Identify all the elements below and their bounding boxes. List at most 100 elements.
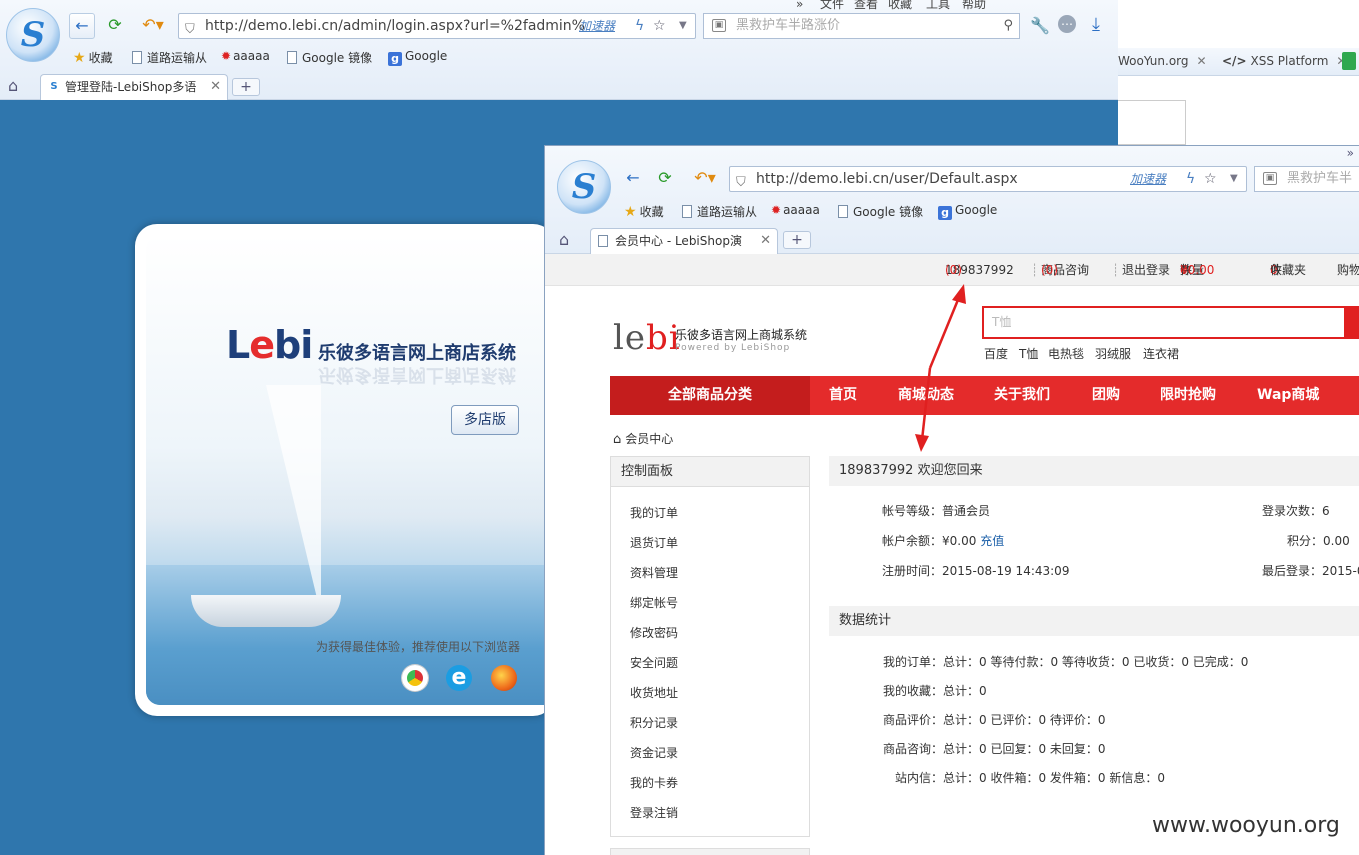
sidebar-item-my-orders[interactable]: 我的订单 xyxy=(630,504,678,521)
account-level: 帐号等级：普通会员 xyxy=(882,504,991,518)
sogou-logo-icon[interactable]: S xyxy=(6,8,60,62)
bookmark-google[interactable]: g Google xyxy=(388,49,447,66)
ie-icon[interactable]: e xyxy=(446,665,472,691)
sidebar-item-bind-account[interactable]: 绑定帐号 xyxy=(630,594,678,611)
back-accelerator-link[interactable]: 加速器 xyxy=(579,14,615,38)
bookmark-aaaaa[interactable]: ✹ aaaaa xyxy=(221,49,270,63)
star-icon[interactable]: ☆ xyxy=(653,14,666,38)
chrome-icon[interactable] xyxy=(402,665,428,691)
lightning-icon[interactable]: ϟ xyxy=(1186,167,1195,191)
sidebar-item-change-password[interactable]: 修改密码 xyxy=(630,624,678,641)
bookmark-road-transport[interactable]: 道路运输从 xyxy=(682,203,757,220)
bookmark-google-mirror[interactable]: Google 镜像 xyxy=(838,203,923,220)
search-icon[interactable]: ⚲ xyxy=(1003,14,1013,38)
menu-home[interactable]: 首页 xyxy=(829,376,857,415)
wrench-icon[interactable]: 🔧 xyxy=(1030,16,1050,35)
new-tab-button[interactable]: + xyxy=(232,78,260,96)
refresh-icon[interactable]: ⟳ xyxy=(102,13,128,39)
download-icon[interactable]: ⤓ xyxy=(1092,14,1100,35)
hot-word-down-jacket[interactable]: 羽绒服 xyxy=(1095,345,1131,362)
logout-link[interactable]: 退出登录 xyxy=(1122,254,1170,286)
bookmark-favorites[interactable]: ★ 收藏 xyxy=(73,49,113,66)
close-icon[interactable]: ✕ xyxy=(760,229,771,253)
back-search-placeholder: 黑救护车半路涨价 xyxy=(736,18,841,33)
code-icon: </> xyxy=(1222,54,1247,68)
hot-word-electric-blanket[interactable]: 电热毯 xyxy=(1048,345,1084,362)
bookmark-google[interactable]: g Google xyxy=(938,203,997,220)
stats-messages: 站内信：总计：0 收件箱：0 发件箱：0 新信息：0 xyxy=(895,771,1165,785)
background-window-tabs: WooYun.org✕ </>XSS Platform✕ xyxy=(1118,0,1359,145)
control-panel-title: 控制面板 xyxy=(611,457,809,487)
undo-icon[interactable]: ↶▾ xyxy=(133,13,173,39)
menu-wap-mall[interactable]: Wap商城 xyxy=(1257,376,1319,415)
back-address-bar[interactable]: ⛉ http://demo.lebi.cn/admin/login.aspx?u… xyxy=(178,13,696,39)
firefox-icon[interactable] xyxy=(491,665,517,691)
menu-flash-sale[interactable]: 限时抢购 xyxy=(1160,376,1216,415)
lebi-site-logo[interactable]: lebi xyxy=(613,318,681,358)
login-card-background: Lebi 乐彼多语言网上商店系统 乐彼多语言网上商店系统 多店版 为获得最佳体验… xyxy=(146,235,566,705)
sidebar-item-return-orders[interactable]: 退货订单 xyxy=(630,534,678,551)
hot-word-dress[interactable]: 连衣裙 xyxy=(1143,345,1179,362)
multi-shop-button[interactable]: 多店版 xyxy=(451,405,519,435)
new-tab-button[interactable]: + xyxy=(783,231,811,249)
account-balance: 帐户余额：¥0.00 充值 xyxy=(882,534,1005,548)
sidebar-item-security-question[interactable]: 安全问题 xyxy=(630,654,678,671)
front-search-box[interactable]: ▣ 黑救护车半 xyxy=(1254,166,1359,192)
page-icon xyxy=(287,51,297,64)
search-engine-icon[interactable]: ▣ xyxy=(712,19,726,32)
sogou-logo-icon[interactable]: S xyxy=(557,160,611,214)
sidebar-item-points[interactable]: 积分记录 xyxy=(630,714,678,731)
site-search-input[interactable]: T恤 xyxy=(982,306,1346,339)
breadcrumb-member-center[interactable]: 会员中心 xyxy=(625,432,673,446)
chevron-right-icon[interactable]: » xyxy=(1347,146,1354,160)
stats-reviews: 商品评价：总计：0 已评价：0 待评价：0 xyxy=(883,713,1106,727)
back-search-box[interactable]: ▣ 黑救护车半路涨价 ⚲ xyxy=(703,13,1020,39)
back-tab-admin-login[interactable]: S 管理登陆-LebiShop多语 ✕ xyxy=(40,74,228,100)
sidebar-second-panel xyxy=(610,848,810,855)
sailboat-hull-image xyxy=(191,595,341,627)
site-search-button[interactable] xyxy=(1346,306,1359,339)
menu-about[interactable]: 关于我们 xyxy=(994,376,1050,415)
separator: ┊ xyxy=(1112,263,1120,277)
home-icon[interactable]: ⌂ xyxy=(8,76,18,95)
all-categories-menu[interactable]: 全部商品分类 xyxy=(610,376,810,415)
recharge-link[interactable]: 充值 xyxy=(980,534,1004,548)
front-accelerator-link[interactable]: 加速器 xyxy=(1130,167,1166,191)
tab-wooyun[interactable]: WooYun.org ✕ xyxy=(1118,49,1207,73)
refresh-icon[interactable]: ⟳ xyxy=(652,166,678,192)
front-browser-window: » S ← ⟳ ↶▾ ⛉ http://demo.lebi.cn/user/De… xyxy=(544,145,1359,855)
sidebar-item-logout[interactable]: 登录注销 xyxy=(630,804,678,821)
front-tab-member-center[interactable]: 会员中心 - LebiShop演 ✕ xyxy=(590,228,778,254)
tab-xss-platform[interactable]: </>XSS Platform✕ xyxy=(1222,49,1346,73)
stats-orders: 我的订单：总计：0 等待付款：0 等待收货：0 已收货：0 已完成：0 xyxy=(883,655,1249,669)
star-icon[interactable]: ☆ xyxy=(1204,167,1217,191)
search-engine-icon[interactable]: ▣ xyxy=(1263,172,1277,185)
hot-word-tshirt[interactable]: T恤 xyxy=(1019,345,1038,362)
lebi-logo: Lebi xyxy=(226,323,313,367)
sidebar-item-address[interactable]: 收货地址 xyxy=(630,684,678,701)
bookmark-google-mirror[interactable]: Google 镜像 xyxy=(287,49,372,66)
chevron-down-icon[interactable]: ▼ xyxy=(1230,167,1238,191)
bookmark-aaaaa[interactable]: ✹ aaaaa xyxy=(771,203,820,217)
back-button-icon[interactable]: ← xyxy=(620,166,646,192)
menu-group-buy[interactable]: 团购 xyxy=(1092,376,1120,415)
bookmark-favorites[interactable]: ★ 收藏 xyxy=(624,203,664,220)
back-button-icon[interactable]: ← xyxy=(69,13,95,39)
sidebar-item-profile[interactable]: 资料管理 xyxy=(630,564,678,581)
more-icon[interactable]: ⋯ xyxy=(1058,15,1076,33)
home-icon[interactable]: ⌂ xyxy=(559,230,569,249)
shopping-link[interactable]: 购物 xyxy=(1337,254,1359,286)
bookmark-road-transport[interactable]: 道路运输从 xyxy=(132,49,207,66)
welcome-header: 189837992 欢迎您回来 xyxy=(829,456,1359,486)
front-address-bar[interactable]: ⛉ http://demo.lebi.cn/user/Default.aspx … xyxy=(729,166,1247,192)
hot-word-baidu[interactable]: 百度 xyxy=(984,345,1008,362)
menu-news[interactable]: 商城动态 xyxy=(898,376,954,415)
undo-icon[interactable]: ↶▾ xyxy=(685,166,725,192)
chevron-down-icon[interactable]: ▼ xyxy=(679,14,687,38)
app-icon[interactable] xyxy=(1342,52,1356,70)
sidebar-item-coupons[interactable]: 我的卡券 xyxy=(630,774,678,791)
lightning-icon[interactable]: ϟ xyxy=(635,14,644,38)
sidebar-item-funds[interactable]: 资金记录 xyxy=(630,744,678,761)
home-icon[interactable]: ⌂ xyxy=(613,432,621,447)
close-icon[interactable]: ✕ xyxy=(210,75,221,99)
